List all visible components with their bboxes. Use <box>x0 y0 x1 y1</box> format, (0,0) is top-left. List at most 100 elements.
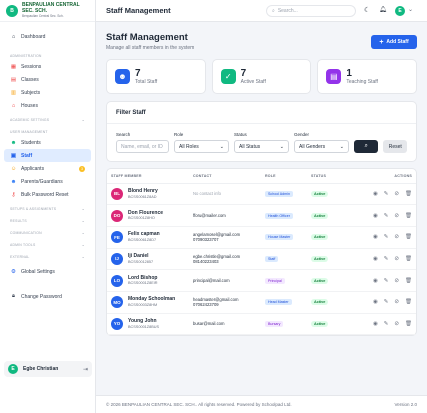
search-input[interactable]: ⌕ Search... <box>266 5 356 17</box>
staff-id: BCSS001Z8HO <box>128 216 155 221</box>
role-label: Role <box>174 132 184 137</box>
table-row[interactable]: FE Felix capman BCSS0061Z8D7 angelamosel@g… <box>107 226 416 249</box>
section-external[interactable]: EXTERNAL ⌄ <box>0 252 95 261</box>
status-badge: Active <box>311 320 329 327</box>
gender-select[interactable]: All Genders ⌄ <box>294 140 349 153</box>
status-select[interactable]: All Status ⌄ <box>234 140 289 153</box>
delete-icon[interactable]: 🗑︎ <box>405 191 412 197</box>
staff-id: BCSS0012857 <box>128 259 154 264</box>
section-label: SETUPS & ASSIGNMENTS <box>10 206 57 211</box>
staff-id: BCSS0001Z8EIR <box>128 281 158 286</box>
stat-teaching-staff: ▤ 1 Teaching Staff <box>317 59 418 94</box>
edit-icon[interactable]: ✎ <box>384 256 389 262</box>
view-icon[interactable]: ◉ <box>373 213 378 219</box>
staff-id: BCSS0001Z8BUS <box>128 324 160 329</box>
topbar-avatar[interactable]: E <box>395 6 405 16</box>
sidebar-item-sessions[interactable]: ▦ Sessions <box>0 60 95 73</box>
view-icon[interactable]: ◉ <box>373 299 378 305</box>
view-icon[interactable]: ◉ <box>373 191 378 197</box>
deactivate-icon[interactable]: ⊘ <box>394 299 399 305</box>
chevron-down-icon: ⌄ <box>81 254 85 259</box>
staff-table-panel: STAFF MEMBER CONTACT ROLE STATUS ACTIONS… <box>106 168 417 337</box>
section-user-management: USER MANAGEMENT <box>0 127 95 136</box>
sidebar-item-parents[interactable]: ☻ Parents/Guardians <box>0 175 95 188</box>
section-communication[interactable]: COMMUNICATION ⌄ <box>0 228 95 237</box>
moon-icon[interactable]: ☾ <box>364 6 370 14</box>
staff-search-input[interactable]: Name, email, or ID <box>116 140 169 153</box>
table-row[interactable]: DO Don Flourence BCSS001Z8HO fforu@mailer.… <box>107 204 416 227</box>
search-placeholder: Search... <box>277 8 298 14</box>
view-icon[interactable]: ◉ <box>373 256 378 262</box>
sidebar-item-bulk-reset[interactable]: ⚷ Bulk Password Reset <box>0 188 95 201</box>
current-user[interactable]: E Egbe Christian ⇥ <box>4 361 92 377</box>
sidebar-item-students[interactable]: ☻ Students <box>0 136 95 149</box>
status-badge: Active <box>311 212 329 219</box>
table-row[interactable]: YO Young John BCSS0001Z8BUS busar@mail.com… <box>107 313 416 336</box>
chevron-down-icon: ⌄ <box>81 230 85 235</box>
delete-icon[interactable]: 🗑︎ <box>405 321 412 327</box>
plus-icon: + <box>379 38 384 46</box>
reset-button[interactable]: Reset <box>383 140 407 153</box>
delete-icon[interactable]: 🗑︎ <box>405 234 412 240</box>
add-staff-button[interactable]: + Add Staff <box>371 35 417 49</box>
view-icon[interactable]: ◉ <box>373 234 378 240</box>
edit-icon[interactable]: ✎ <box>384 213 389 219</box>
avatar: FE <box>111 231 123 244</box>
logout-icon[interactable]: ⇥ <box>83 366 88 373</box>
sidebar-item-houses[interactable]: ⌂ Houses <box>0 99 95 112</box>
edit-icon[interactable]: ✎ <box>384 234 389 240</box>
section-setups[interactable]: SETUPS & ASSIGNMENTS ⌄ <box>0 204 95 213</box>
stat-value: 1 <box>346 67 352 79</box>
section-admin-tools[interactable]: ADMIN TOOLS ⌄ <box>0 240 95 249</box>
staff-email: fforu@mailer.com <box>193 213 226 219</box>
staff-name[interactable]: Young John <box>128 319 159 325</box>
edit-icon[interactable]: ✎ <box>384 321 389 327</box>
edit-icon[interactable]: ✎ <box>384 278 389 284</box>
sidebar-item-label: Applicants <box>21 165 45 172</box>
search-button[interactable]: ⌕ <box>354 140 379 153</box>
chevron-down-icon: ⌄ <box>81 117 85 122</box>
deactivate-icon[interactable]: ⊘ <box>394 321 399 327</box>
brand[interactable]: B BENPAULIAN CENTRAL SEC. SCH. Benpaulia… <box>0 0 95 22</box>
add-staff-label: Add Staff <box>386 39 409 45</box>
avatar: DO <box>111 209 123 222</box>
table-row[interactable]: LO Lord Bishop BCSS0001Z8EIR principal@mai… <box>107 269 416 292</box>
role-select[interactable]: All Roles ⌄ <box>174 140 229 153</box>
delete-icon[interactable]: 🗑︎ <box>405 213 412 219</box>
deactivate-icon[interactable]: ⊘ <box>394 213 399 219</box>
section-results[interactable]: RESULTS ⌄ <box>0 216 95 225</box>
delete-icon[interactable]: 🗑︎ <box>405 278 412 284</box>
bell-icon[interactable]: 🔔︎ <box>379 6 387 13</box>
sidebar-item-global-settings[interactable]: ⚙ Global Settings <box>0 265 95 278</box>
deactivate-icon[interactable]: ⊘ <box>394 256 399 262</box>
deactivate-icon[interactable]: ⊘ <box>394 234 399 240</box>
sidebar-item-dashboard[interactable]: ⌂ Dashboard <box>0 30 95 43</box>
deactivate-icon[interactable]: ⊘ <box>394 278 399 284</box>
role-badge: Principal <box>265 277 285 284</box>
avatar: LO <box>111 274 123 287</box>
sidebar-item-subjects[interactable]: ▥ Subjects <box>0 86 95 99</box>
view-icon[interactable]: ◉ <box>373 278 378 284</box>
sidebar-item-change-password[interactable]: 🔒︎ Change Password <box>0 290 95 303</box>
sidebar-item-applicants[interactable]: ☺ Applicants 3 <box>0 162 95 175</box>
house-icon: ⌂ <box>11 102 16 109</box>
table-row[interactable]: MO Monday Schoolman BCSS0003Z8HM headmaste… <box>107 291 416 314</box>
staff-name[interactable]: Blond Henry <box>128 188 158 195</box>
edit-icon[interactable]: ✎ <box>384 191 389 197</box>
section-academic-settings[interactable]: ACADEMIC SETTINGS ⌄ <box>0 115 95 124</box>
sidebar-item-classes[interactable]: ▤ Classes <box>0 73 95 86</box>
staff-email: No contact info <box>193 191 221 197</box>
edit-icon[interactable]: ✎ <box>384 299 389 305</box>
table-row[interactable]: IJ Iji Daniel BCSS0012857 egbe.christle@gm… <box>107 248 416 271</box>
sidebar-item-staff[interactable]: ▣ Staff <box>4 149 91 162</box>
user-group-icon: ☻ <box>10 139 17 146</box>
view-icon[interactable]: ◉ <box>373 321 378 327</box>
delete-icon[interactable]: 🗑︎ <box>405 299 412 305</box>
table-row[interactable]: BL Blond Henry BCSS0061Z8AD No contact inf… <box>107 183 416 206</box>
chevron-down-icon[interactable]: ⌄ <box>408 6 413 13</box>
col-actions: ACTIONS <box>347 169 416 184</box>
topbar-title: Staff Management <box>106 6 171 15</box>
deactivate-icon[interactable]: ⊘ <box>394 191 399 197</box>
delete-icon[interactable]: 🗑︎ <box>405 256 412 262</box>
role-badge: Staff <box>265 255 279 262</box>
